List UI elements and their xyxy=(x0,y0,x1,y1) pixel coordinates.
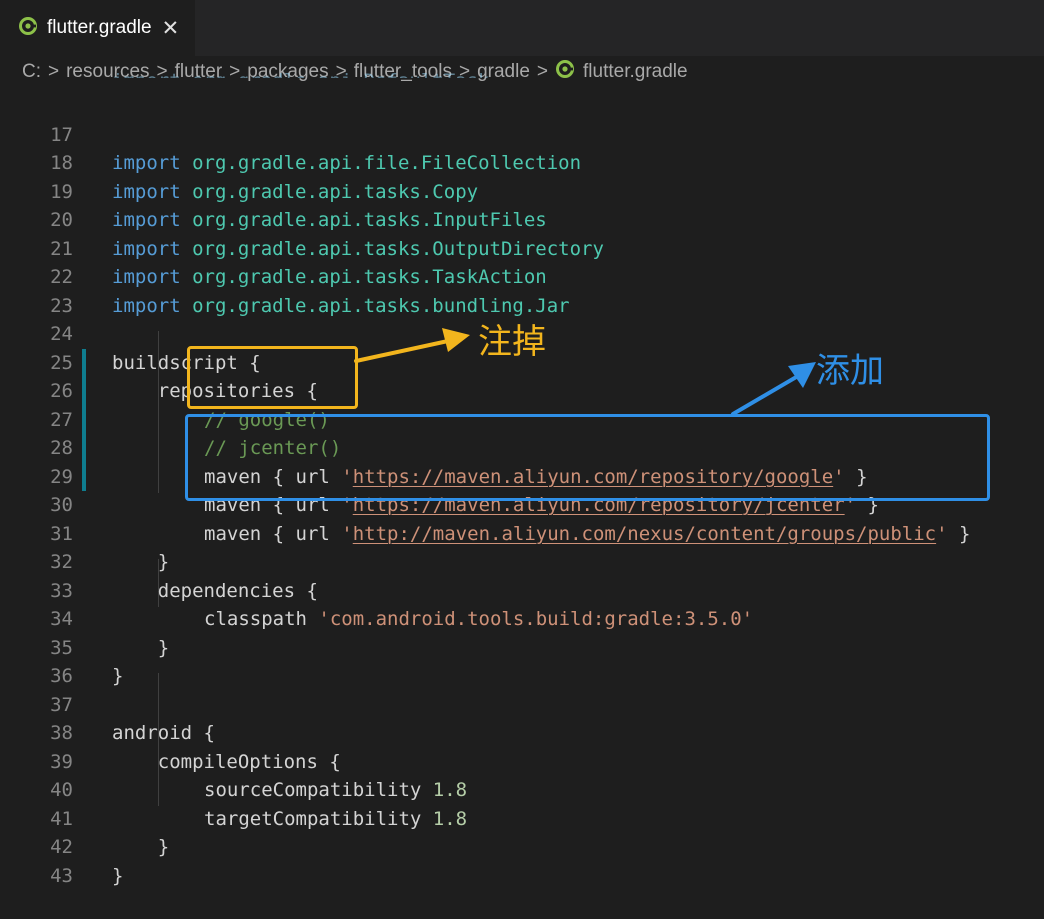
add-highlight-box xyxy=(185,414,990,501)
line-number: 43 xyxy=(50,864,73,887)
code-line: 42 } xyxy=(0,805,1044,887)
code-line: 23 xyxy=(0,263,1044,317)
code-line: 33 classpath 'com.android.tools.build:gr… xyxy=(0,548,1044,631)
code-line: 36 xyxy=(0,634,1044,687)
code-text: } xyxy=(112,864,124,887)
code-line: 20 import org.gradle.api.tasks.OutputDir… xyxy=(0,178,1044,260)
code-line: 17 import org.gradle.api.file.FileCollec… xyxy=(0,92,1044,175)
code-line: 41 } xyxy=(0,776,1044,859)
code-line: 19 import org.gradle.api.tasks.InputFile… xyxy=(0,149,1044,232)
code-line: 27 // jcenter() xyxy=(0,377,1044,460)
remove-annotation-label: 注掉 xyxy=(478,322,546,362)
breadcrumb-item-current[interactable]: flutter.gradle xyxy=(555,59,688,85)
tab-bar: flutter.gradle ✕ xyxy=(0,0,1044,56)
code-line: 35 } xyxy=(0,605,1044,688)
add-annotation-label: 添加 xyxy=(816,351,884,391)
code-line: 22 import org.gradle.api.tasks.bundling.… xyxy=(0,235,1044,317)
breadcrumb-item-drive[interactable]: C: xyxy=(22,61,41,83)
close-icon[interactable]: ✕ xyxy=(162,18,180,39)
breadcrumb-current-label: flutter.gradle xyxy=(583,61,688,82)
code-line: 32 dependencies { xyxy=(0,520,1044,602)
remove-highlight-box xyxy=(187,346,358,409)
code-line: 39 sourceCompatibility 1.8 xyxy=(0,719,1044,802)
code-line: 43 xyxy=(0,833,1044,887)
tab-title: flutter.gradle xyxy=(47,17,152,38)
gradle-file-icon xyxy=(18,16,38,41)
code-line: 38 compileOptions { xyxy=(0,691,1044,773)
code-line: 34 } xyxy=(0,577,1044,659)
code-line: 37 android { xyxy=(0,662,1044,745)
code-line: 18 import org.gradle.api.tasks.Copy xyxy=(0,121,1044,203)
tab-flutter-gradle[interactable]: flutter.gradle ✕ xyxy=(0,0,195,56)
code-line: 21 import org.gradle.api.tasks.TaskActio… xyxy=(0,206,1044,289)
code-line: 40 targetCompatibility 1.8 xyxy=(0,748,1044,830)
chevron-right-icon: > xyxy=(48,61,60,82)
scrolled-code-line: import org.gradle.api.DefaultTask xyxy=(112,70,572,78)
